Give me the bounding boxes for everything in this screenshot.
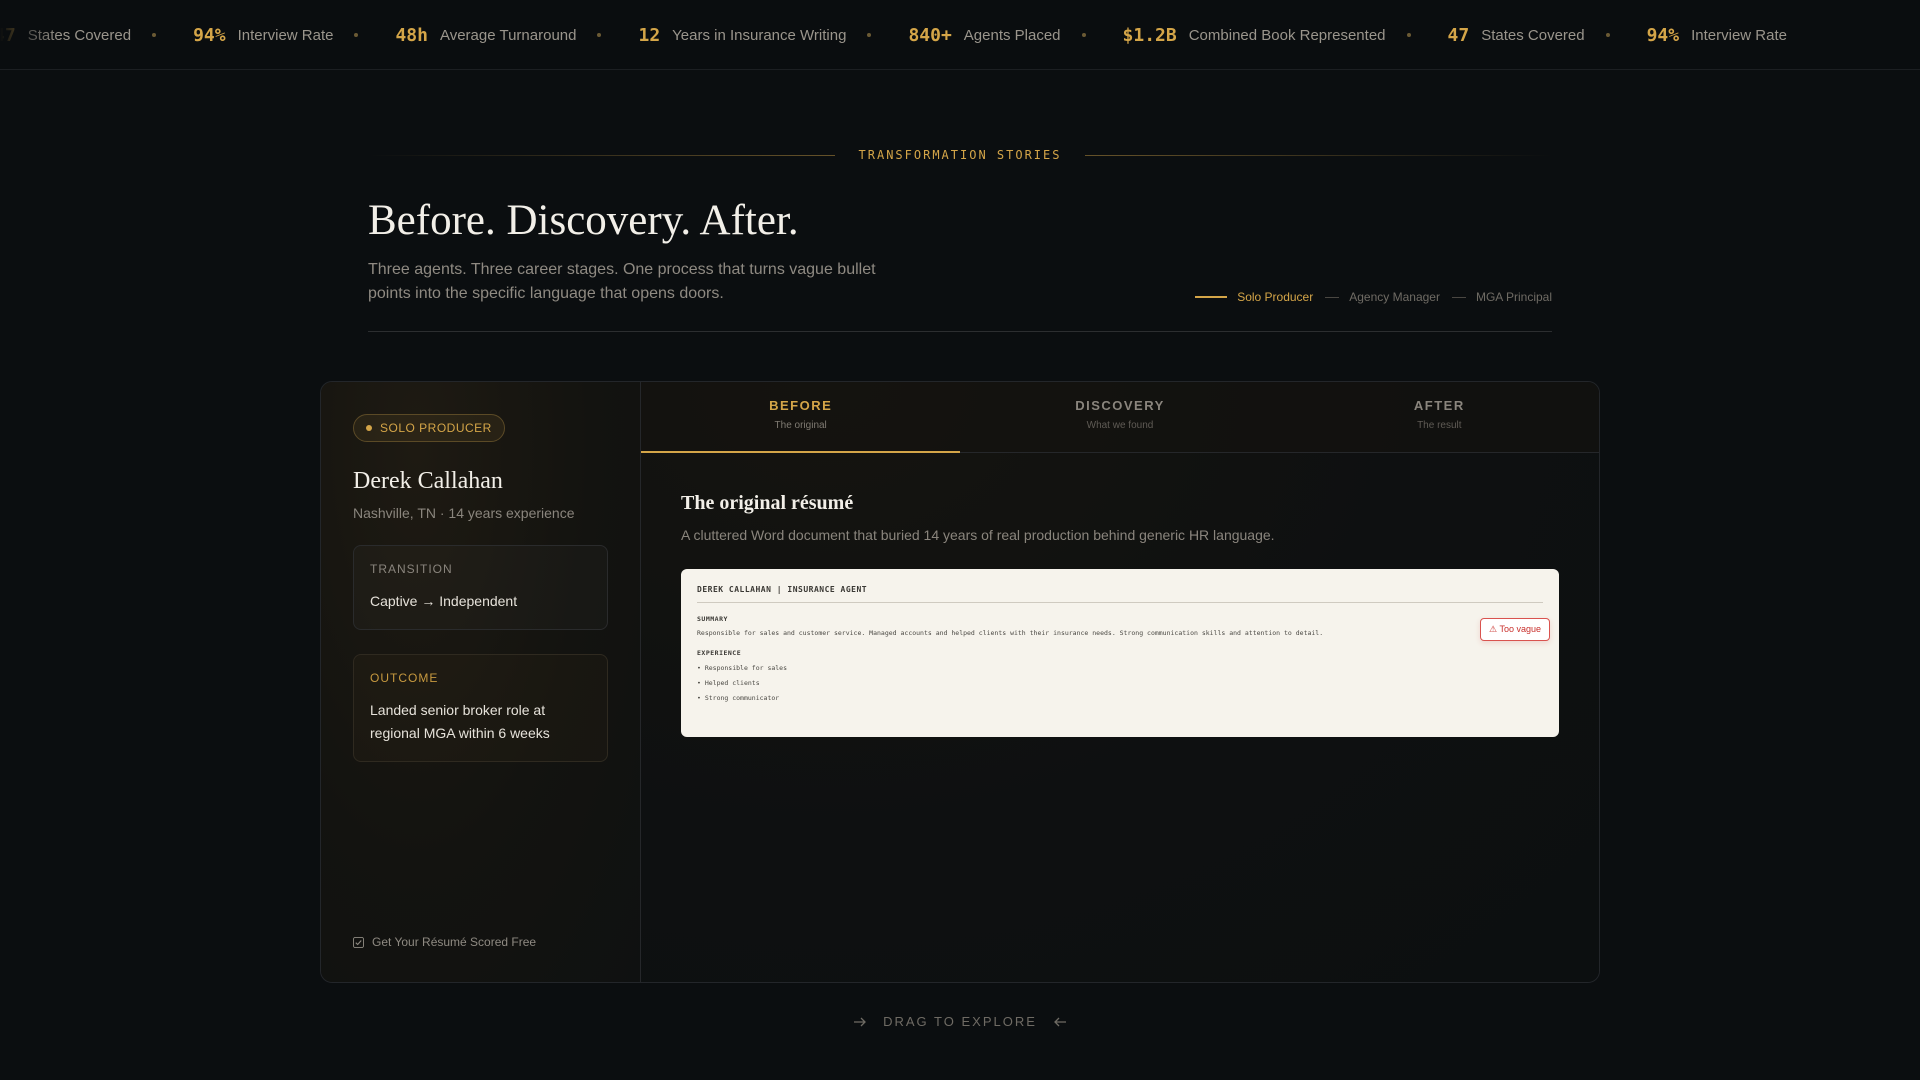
stat-item: 48h Average Turnaround <box>395 25 576 46</box>
stat-label: States Covered <box>1481 26 1585 44</box>
resume-experience-heading: EXPERIENCE <box>697 649 742 657</box>
stat-value: 94% <box>1646 24 1680 46</box>
tab-title: AFTER <box>1413 398 1465 413</box>
arrow-left-icon <box>1053 1017 1066 1026</box>
tab-discovery[interactable]: DISCOVERY What we found <box>960 382 1279 452</box>
eyebrow-line-right <box>1085 154 1553 156</box>
separator-dot <box>867 33 872 37</box>
section-subtitle: Three agents. Three career stages. One p… <box>368 261 876 302</box>
stat-value: 94% <box>193 24 226 46</box>
separator-dot <box>1605 33 1610 37</box>
separator-dot <box>1406 33 1411 37</box>
separator-dot <box>152 33 157 37</box>
stage-tabs: BEFORE The original DISCOVERY What we fo… <box>641 382 1599 453</box>
story-nav-label: Solo Producer <box>1237 290 1314 304</box>
before-panel: The original résumé A cluttered Word doc… <box>641 453 1599 777</box>
story-card: SOLO PRODUCER Derek Callahan Nashville, … <box>320 381 1600 983</box>
tab-after[interactable]: AFTER The result <box>1280 382 1599 452</box>
outcome-box: OUTCOME Landed senior broker role at reg… <box>353 654 608 762</box>
stat-item: 47 States Covered <box>1448 25 1585 46</box>
story-nav-indicator <box>1195 296 1228 298</box>
role-badge: SOLO PRODUCER <box>353 414 505 442</box>
tab-subtitle: What we found <box>1086 420 1154 431</box>
outcome-value: Landed senior broker role at regional MG… <box>370 702 550 741</box>
stat-value: 47 <box>1447 24 1470 46</box>
stat-value: 840+ <box>908 24 952 46</box>
resume-bullet: Helped clients <box>697 679 1543 687</box>
section-eyebrow-row: TRANSFORMATION STORIES <box>368 148 1553 162</box>
stat-item: 94% Interview Rate <box>193 25 333 46</box>
drag-hint-label: DRAG TO EXPLORE <box>883 1014 1037 1029</box>
too-vague-flag: ⚠ Too vague <box>1480 618 1550 641</box>
resume-score-link[interactable]: Get Your Résumé Scored Free <box>353 935 536 949</box>
tab-title: BEFORE <box>769 398 833 413</box>
separator-dot <box>1081 33 1086 37</box>
story-nav-label: MGA Principal <box>1475 290 1552 304</box>
ticker-track: 47 States Covered 94% Interview Rate 48h Av… <box>0 0 1787 69</box>
eyebrow-line-left <box>368 154 835 156</box>
story-nav-solo-producer[interactable]: Solo Producer <box>1195 290 1313 304</box>
story-nav-indicator <box>1325 296 1340 298</box>
resume-preview: DEREK CALLAHAN | INSURANCE AGENT SUMMARY… <box>681 569 1559 737</box>
resume-bullet: Strong communicator <box>697 694 1543 702</box>
profile-sidebar: SOLO PRODUCER Derek Callahan Nashville, … <box>321 382 641 982</box>
tab-before[interactable]: BEFORE The original <box>641 382 961 453</box>
checkbox-icon <box>353 936 364 948</box>
resume-bullet: Responsible for sales <box>697 664 1543 672</box>
story-nav-mga-principal[interactable]: MGA Principal <box>1451 290 1552 304</box>
stat-value: 12 <box>638 24 661 46</box>
stat-value: $1.2B <box>1122 24 1177 46</box>
tab-subtitle: The original <box>774 420 827 431</box>
separator-dot <box>597 33 602 37</box>
stat-item: 840+ Agents Placed <box>908 25 1060 46</box>
stat-label: Interview Rate <box>1691 26 1787 44</box>
client-name: Derek Callahan <box>353 468 503 494</box>
stat-label: Combined Book Represented <box>1188 26 1386 44</box>
panel-title: The original résumé <box>681 492 854 514</box>
resume-summary-text: Responsible for sales and customer servi… <box>697 629 1324 637</box>
header-divider <box>368 331 1552 332</box>
separator-dot <box>354 33 359 37</box>
stat-label: Agents Placed <box>963 26 1061 44</box>
stat-label: Average Turnaround <box>439 26 577 44</box>
transition-label: TRANSITION <box>370 562 453 576</box>
resume-header: DEREK CALLAHAN | INSURANCE AGENT <box>697 585 1543 603</box>
section-title: Before. Discovery. After. <box>368 197 799 244</box>
badge-dot-icon <box>366 425 372 431</box>
stat-label: Years in Insurance Writing <box>672 26 847 44</box>
section-eyebrow: TRANSFORMATION STORIES <box>858 148 1062 162</box>
role-badge-label: SOLO PRODUCER <box>380 421 492 435</box>
story-nav-label: Agency Manager <box>1349 290 1440 304</box>
ticker-fade-left <box>0 0 60 69</box>
story-selector: Solo Producer Agency Manager MGA Princip… <box>1195 290 1552 304</box>
panel-description: A cluttered Word document that buried 14… <box>681 527 1275 543</box>
stats-ticker: 47 States Covered 94% Interview Rate 48h Av… <box>0 0 1920 70</box>
story-nav-indicator <box>1451 296 1466 298</box>
transition-value: Captive → Independent <box>370 593 518 609</box>
stat-item: $1.2B Combined Book Represented <box>1123 25 1386 46</box>
story-nav-agency-manager[interactable]: Agency Manager <box>1325 290 1440 304</box>
story-panel: BEFORE The original DISCOVERY What we fo… <box>641 382 1599 982</box>
transition-box: TRANSITION Captive → Independent <box>353 545 608 630</box>
stat-label: Interview Rate <box>237 26 334 44</box>
drag-hint: DRAG TO EXPLORE <box>0 1014 1920 1029</box>
stat-item: 12 Years in Insurance Writing <box>638 25 846 46</box>
tab-title: DISCOVERY <box>1075 398 1165 413</box>
stat-item: 94% Interview Rate <box>1647 25 1787 46</box>
arrow-right-icon <box>854 1017 867 1026</box>
resume-summary-heading: SUMMARY <box>697 615 728 623</box>
stat-value: 48h <box>395 24 428 46</box>
resume-score-label: Get Your Résumé Scored Free <box>372 935 537 949</box>
ticker-fade-right <box>1860 0 1920 69</box>
client-meta: Nashville, TN · 14 years experience <box>353 505 575 521</box>
tab-subtitle: The result <box>1417 420 1462 431</box>
outcome-label: OUTCOME <box>370 671 439 685</box>
